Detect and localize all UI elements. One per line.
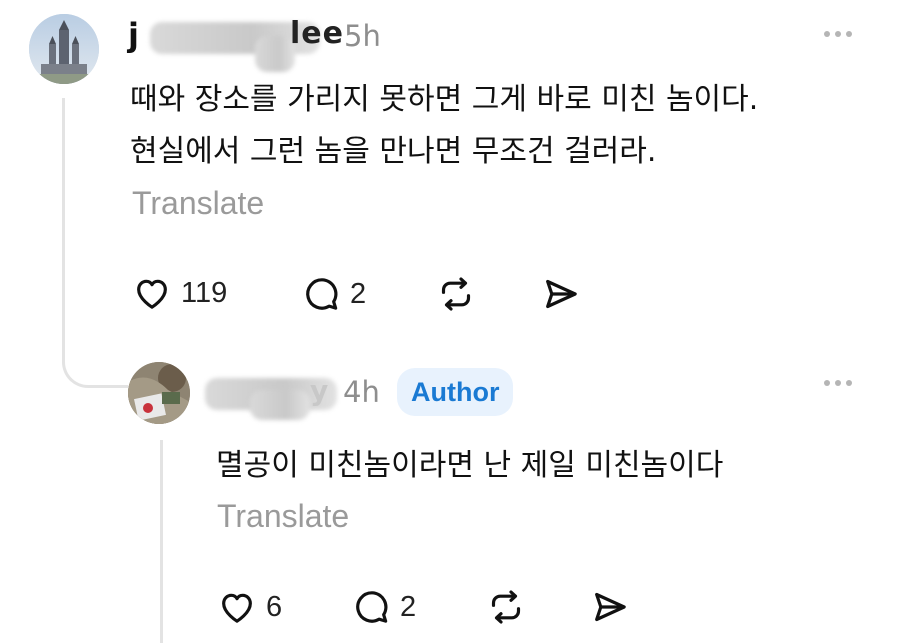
redacted-username-2 (255, 36, 295, 72)
username-tail: lee (290, 16, 344, 51)
redacted-username-2 (250, 390, 310, 420)
like-button[interactable]: 119 (131, 273, 227, 313)
reply-button[interactable]: 2 (302, 274, 366, 314)
comment-icon (306, 278, 338, 310)
share-button[interactable] (541, 274, 581, 314)
more-icon (824, 380, 830, 386)
more-options-button[interactable] (824, 380, 852, 386)
repost-icon (491, 590, 521, 624)
reply-button[interactable]: 2 (352, 587, 416, 627)
timestamp: 5h (344, 19, 381, 53)
like-count: 119 (181, 276, 228, 309)
comment-icon (356, 591, 388, 623)
repost-icon (441, 277, 471, 311)
thread-curve (62, 322, 128, 388)
share-icon (595, 592, 626, 622)
heart-icon (222, 593, 252, 623)
share-icon (546, 279, 577, 309)
username-tail: y (310, 374, 330, 407)
more-icon (824, 31, 830, 37)
repost-button[interactable] (436, 274, 476, 314)
comment-text-line-1: 때와 장소를 가리지 못하면 그게 바로 미친 놈이다. (130, 82, 759, 117)
heart-icon (137, 279, 167, 309)
avatar[interactable] (29, 14, 99, 84)
thread-line-reply (160, 440, 163, 643)
translate-link[interactable]: Translate (132, 185, 264, 222)
thread-line-main (62, 98, 65, 324)
like-count: 6 (266, 590, 283, 623)
translate-link[interactable]: Translate (217, 498, 349, 535)
timestamp: 4h (343, 375, 380, 409)
comment-text-line-2: 현실에서 그런 놈을 만나면 무조건 걸러라. (130, 134, 657, 169)
username[interactable]: j (128, 16, 140, 54)
share-button[interactable] (590, 587, 630, 627)
comment-text-line-1: 멸공이 미친놈이라면 난 제일 미친놈이다 (216, 448, 724, 483)
reply-count: 2 (400, 590, 417, 623)
more-options-button[interactable] (824, 31, 852, 37)
reply-count: 2 (350, 277, 367, 310)
author-badge: Author (397, 368, 514, 416)
avatar[interactable] (128, 362, 190, 424)
like-button[interactable]: 6 (216, 587, 282, 627)
repost-button[interactable] (486, 587, 526, 627)
